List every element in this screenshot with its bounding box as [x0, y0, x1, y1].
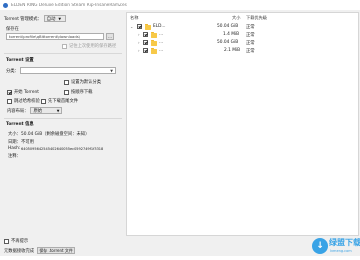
torrent-mode-select[interactable]: 自动 ▼ — [43, 15, 66, 22]
skip-hash-checkbox[interactable] — [7, 98, 12, 104]
category-combobox[interactable]: ▼ — [19, 67, 116, 74]
tree-row[interactable]: › ... 2.1 MiB 正常 — [127, 47, 359, 55]
footer-strip — [0, 256, 360, 260]
torrent-settings-header: Torrent 设置 — [6, 58, 34, 63]
file-priority[interactable]: 正常 — [246, 48, 255, 54]
default-category-checkbox[interactable] — [64, 79, 69, 85]
file-name: ... — [159, 40, 164, 45]
sequential-download-label: 按顺序下载 — [71, 90, 93, 95]
hash-value: 6405095642545402640055ec0592749f1f3318 — [21, 146, 104, 151]
category-label: 分类： — [6, 68, 19, 74]
divider — [4, 118, 122, 119]
folder-icon — [145, 23, 151, 30]
chevron-down-icon: ▼ — [110, 68, 113, 73]
chevron-down-icon: ▼ — [56, 108, 60, 113]
hash-label: Hash: — [8, 146, 21, 151]
metadata-status: 元数据接收完成 — [4, 248, 35, 254]
left-pane: Torrent 管理模式： 自动 ▼ 保存在 torrent\profile\q… — [4, 12, 124, 236]
content-layout-label: 内容布局： — [7, 108, 29, 114]
divider — [4, 53, 122, 54]
tree-row[interactable]: ⌄ ELD... 50.04 GiB 正常 — [127, 23, 359, 31]
file-tree: 名称 大小 下载优先级 ⌄ ELD... 50.04 GiB 正常 › ... … — [126, 12, 359, 236]
sequential-download-checkbox[interactable] — [64, 89, 69, 95]
watermark-subtext: lvmeng.com — [330, 249, 352, 253]
file-checkbox[interactable] — [143, 40, 148, 45]
start-torrent-label: 开始 Torrent — [14, 90, 39, 95]
title-bar: ELDEN RING Deluxe Edition Steam Rip-Insa… — [0, 0, 360, 10]
last-used-path-checkbox[interactable] — [62, 43, 67, 49]
app-icon — [3, 2, 8, 8]
last-used-path-label: 记住上次使用的保存路径 — [69, 44, 117, 49]
default-category-label: 设置为默认分类 — [71, 80, 102, 85]
size-label: 大小： — [8, 132, 21, 137]
window-title: ELDEN RING Deluxe Edition Steam Rip-Insa… — [11, 2, 127, 8]
chevron-right-icon[interactable]: › — [138, 48, 140, 53]
size-value: 50.04 GiB（剩余磁盘空间：未知） — [21, 132, 90, 137]
file-name: ... — [159, 32, 164, 37]
watermark-logo: ↓ 绿盟下载 lvmeng.com — [312, 237, 360, 257]
chevron-down-icon[interactable]: ⌄ — [130, 24, 133, 29]
file-checkbox[interactable] — [143, 32, 148, 37]
date-value: 不可用 — [21, 140, 34, 145]
file-priority[interactable]: 正常 — [246, 32, 255, 38]
tree-row[interactable]: › ... 50.04 GiB 正常 — [127, 39, 359, 47]
tree-row[interactable]: › ... 1.4 MiB 正常 — [127, 31, 359, 39]
skip-hash-label: 跳过哈希校验 — [14, 99, 40, 104]
save-path-input[interactable]: torrent\profile\qBittorrent\downloads\ — [6, 33, 104, 40]
content-layout-select[interactable]: 原始 ▼ — [30, 107, 63, 114]
column-header-name[interactable]: 名称 — [130, 15, 138, 21]
file-name: ... — [159, 48, 164, 53]
comment-label: 注释： — [8, 154, 21, 159]
chevron-right-icon[interactable]: › — [138, 32, 140, 37]
file-checkbox[interactable] — [143, 48, 148, 53]
date-label: 日期： — [8, 140, 21, 145]
chevron-right-icon[interactable]: › — [138, 40, 140, 45]
file-priority[interactable]: 正常 — [246, 24, 255, 30]
torrent-mode-label: Torrent 管理模式： — [4, 16, 42, 22]
file-size: 2.1 MiB — [224, 48, 241, 53]
folder-icon — [151, 47, 157, 54]
file-size: 50.04 GiB — [217, 24, 239, 29]
app-window: ELDEN RING Deluxe Edition Steam Rip-Insa… — [0, 0, 360, 260]
file-checkbox[interactable] — [137, 24, 142, 29]
no-show-again-label: 不再提示 — [11, 239, 29, 244]
column-header-size[interactable]: 大小 — [232, 15, 240, 21]
folder-icon — [151, 31, 157, 38]
folder-icon — [151, 39, 157, 46]
first-last-label: 先下载首尾文件 — [48, 99, 79, 104]
file-priority[interactable]: 正常 — [246, 40, 255, 46]
no-show-again-checkbox[interactable] — [4, 238, 9, 244]
watermark-badge-icon: ↓ — [312, 238, 328, 254]
column-header-priority[interactable]: 下载优先级 — [246, 15, 267, 21]
save-torrent-file-button[interactable]: 保存 .torrent 文件 — [37, 247, 76, 254]
file-size: 1.4 MiB — [223, 32, 240, 37]
browse-button[interactable]: ... — [106, 33, 114, 40]
watermark-text: 绿盟下载 — [329, 238, 360, 247]
first-last-checkbox[interactable] — [41, 98, 46, 104]
torrent-info-header: Torrent 信息 — [6, 122, 34, 127]
chevron-down-icon: ▼ — [58, 16, 62, 21]
file-size: 50.04 GiB — [217, 40, 239, 45]
file-name: ELD... — [153, 24, 166, 29]
start-torrent-checkbox[interactable] — [7, 89, 12, 95]
save-to-header: 保存在 — [6, 27, 19, 32]
